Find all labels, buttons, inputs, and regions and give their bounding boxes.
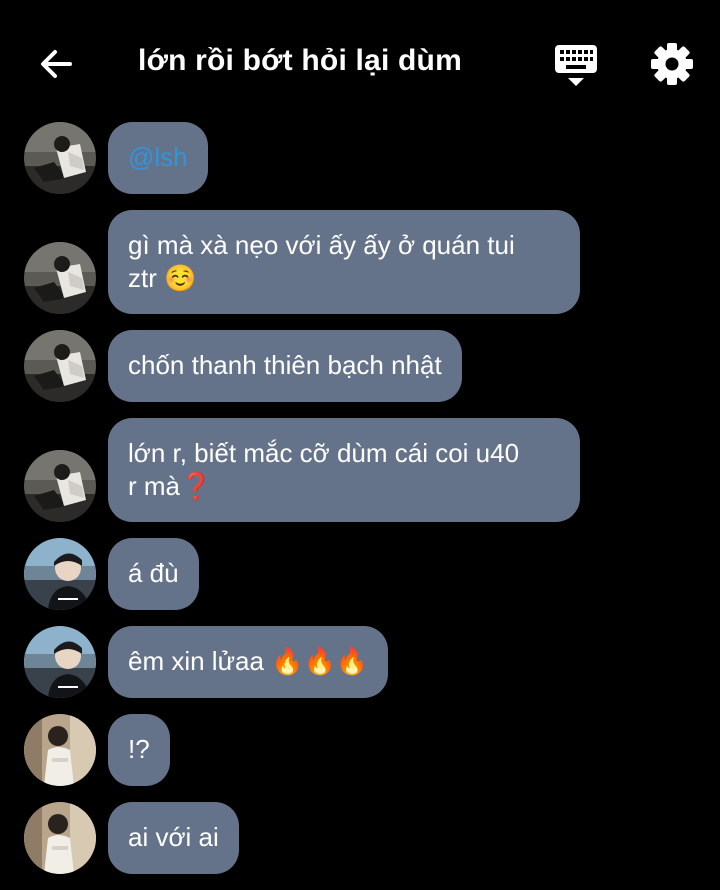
message-list[interactable]: @lsh gì mà xà nẹo với ấy ấy ở quán tui z… (0, 0, 720, 890)
avatar[interactable] (24, 122, 96, 194)
message-text: êm xin lửaa 🔥🔥🔥 (128, 646, 369, 676)
avatar[interactable] (24, 538, 96, 610)
message-text: ai với ai (128, 822, 219, 852)
message-text: lớn r, biết mắc cỡ dùm cái coi u40 r mà❓ (128, 438, 520, 501)
avatar[interactable] (24, 626, 96, 698)
message-bubble[interactable]: gì mà xà nẹo với ấy ấy ở quán tui ztr ☺️ (108, 210, 580, 314)
message-bubble[interactable]: @lsh (108, 122, 208, 194)
message-bubble[interactable]: êm xin lửaa 🔥🔥🔥 (108, 626, 389, 698)
avatar[interactable] (24, 242, 96, 314)
message-bubble[interactable]: lớn r, biết mắc cỡ dùm cái coi u40 r mà❓ (108, 418, 580, 522)
message-bubble[interactable]: á đù (108, 538, 199, 610)
message-text: !? (128, 734, 150, 764)
avatar[interactable] (24, 714, 96, 786)
message-bubble[interactable]: ai với ai (108, 802, 239, 874)
message-text: chốn thanh thiên bạch nhật (128, 350, 442, 380)
message-text: á đù (128, 558, 179, 588)
avatar[interactable] (24, 450, 96, 522)
avatar[interactable] (24, 802, 96, 874)
message-bubble[interactable]: chốn thanh thiên bạch nhật (108, 330, 462, 402)
message-bubble[interactable]: !? (108, 714, 170, 786)
avatar[interactable] (24, 330, 96, 402)
message-text: gì mà xà nẹo với ấy ấy ở quán tui ztr ☺️ (128, 230, 515, 293)
mention-link[interactable]: @lsh (128, 142, 188, 172)
